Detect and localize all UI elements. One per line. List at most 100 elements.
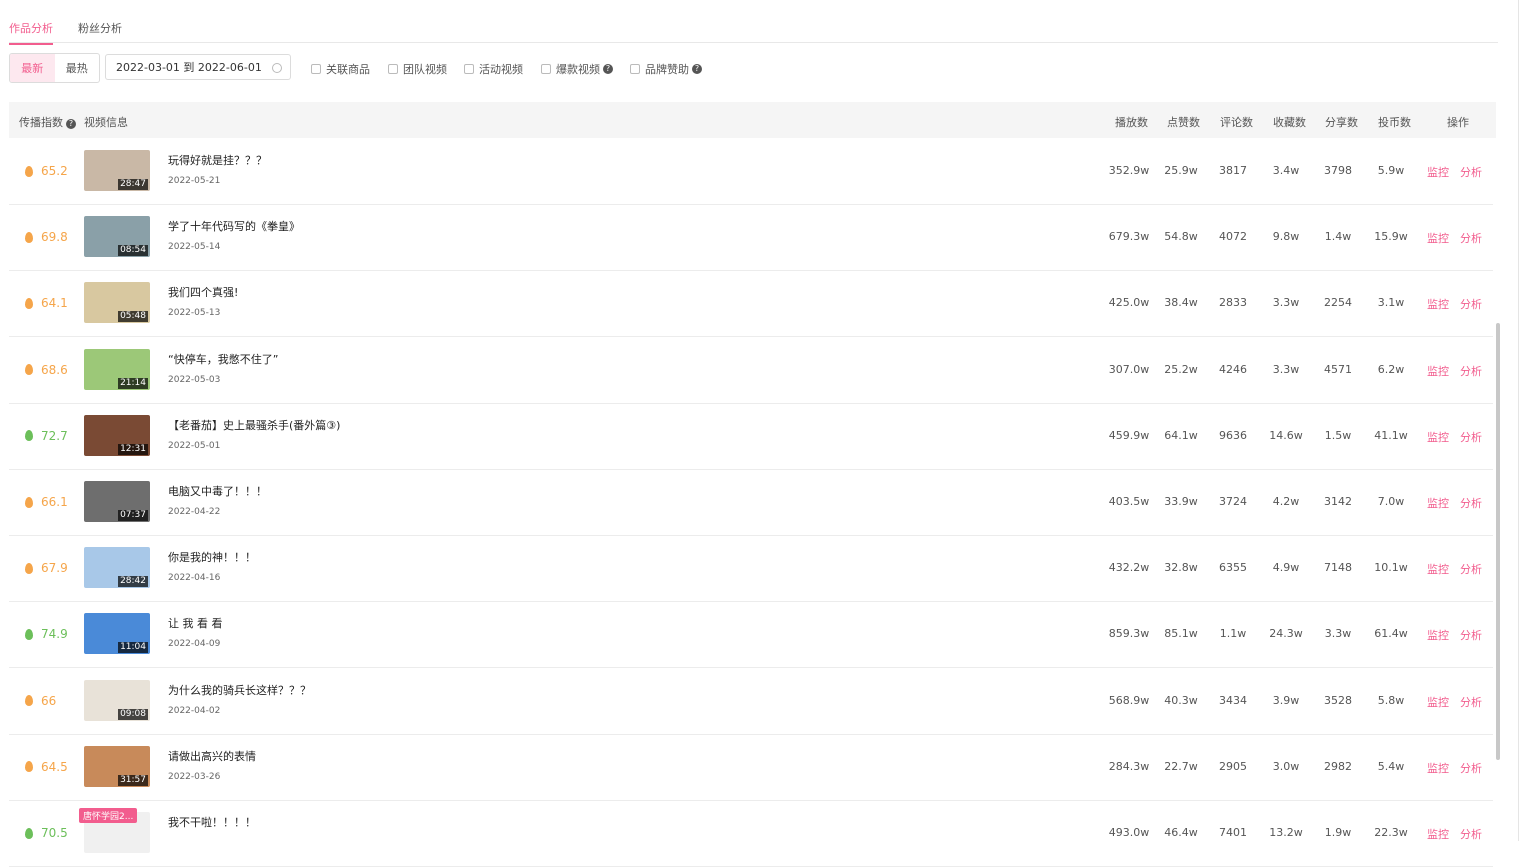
video-title[interactable]: 学了十年代码写的《拳皇》 — [168, 218, 300, 234]
analyze-link[interactable]: 分析 — [1460, 363, 1482, 379]
cell-comments: 3724 — [1219, 495, 1247, 508]
checkbox-box[interactable] — [630, 64, 640, 74]
video-thumbnail[interactable]: 28:42 — [84, 547, 150, 589]
monitor-link[interactable]: 监控 — [1427, 429, 1449, 445]
analyze-link[interactable]: 分析 — [1460, 627, 1482, 643]
analyze-link[interactable]: 分析 — [1460, 429, 1482, 445]
cell-shares: 3798 — [1324, 164, 1352, 177]
video-thumbnail[interactable]: 09:08 — [84, 679, 150, 721]
help-icon[interactable]: ? — [603, 64, 613, 74]
cell-likes: 25.2w — [1164, 362, 1198, 376]
monitor-link[interactable]: 监控 — [1427, 694, 1449, 710]
monitor-link[interactable]: 监控 — [1427, 826, 1449, 842]
analyze-link[interactable]: 分析 — [1460, 164, 1482, 180]
monitor-link[interactable]: 监控 — [1427, 627, 1449, 643]
monitor-link[interactable]: 监控 — [1427, 164, 1449, 180]
video-title[interactable]: 玩得好就是挂？？？ — [168, 152, 267, 168]
video-date: 2022-05-21 — [168, 176, 221, 186]
video-date: 2022-05-03 — [168, 374, 221, 385]
video-thumbnail[interactable]: 05:48 — [84, 282, 150, 324]
help-icon[interactable]: ? — [692, 64, 702, 74]
video-title[interactable]: 请做出高兴的表情 — [168, 748, 256, 764]
score-value: 72.7 — [41, 428, 68, 443]
video-title[interactable]: 我不干啦！！！！ — [168, 814, 256, 830]
monitor-link[interactable]: 监控 — [1427, 230, 1449, 246]
checkbox-brand-sponsor[interactable]: 品牌赞助 ? — [630, 61, 702, 77]
sort-hottest-button[interactable]: 最热 — [55, 54, 100, 82]
analyze-link[interactable]: 分析 — [1460, 694, 1482, 710]
monitor-link[interactable]: 监控 — [1427, 495, 1449, 511]
header-plays[interactable]: 播放数 — [1115, 114, 1148, 130]
score-cell: 69.8 — [25, 230, 68, 244]
cell-shares: 1.5w — [1324, 428, 1352, 442]
cell-comments: 3817 — [1219, 164, 1247, 177]
analyze-link[interactable]: 分析 — [1460, 296, 1482, 312]
header-likes[interactable]: 点赞数 — [1167, 114, 1200, 130]
header-shares[interactable]: 分享数 — [1325, 114, 1358, 130]
checkbox-related-goods[interactable]: 关联商品 — [311, 61, 370, 77]
video-title[interactable]: “快停车，我憋不住了” — [168, 351, 278, 367]
score-value: 64.5 — [41, 759, 68, 774]
checkbox-activity-video[interactable]: 活动视频 — [464, 61, 523, 77]
score-value: 74.9 — [41, 627, 68, 642]
video-title[interactable]: 为什么我的骑兵长这样？？？ — [168, 682, 311, 698]
checkbox-hit-video[interactable]: 爆款视频 ? — [541, 61, 613, 77]
video-title[interactable]: 我们四个真强! — [168, 284, 238, 300]
checkbox-box[interactable] — [311, 64, 321, 74]
checkbox-label: 品牌赞助 — [645, 63, 689, 76]
monitor-link[interactable]: 监控 — [1427, 561, 1449, 577]
analyze-link[interactable]: 分析 — [1460, 495, 1482, 511]
checkbox-box[interactable] — [541, 64, 551, 74]
analyze-link[interactable]: 分析 — [1460, 230, 1482, 246]
analyze-link[interactable]: 分析 — [1460, 760, 1482, 776]
cell-coins: 61.4w — [1374, 627, 1408, 641]
video-duration: 08:54 — [118, 245, 148, 257]
header-coins[interactable]: 投币数 — [1378, 114, 1411, 130]
cell-plays: 403.5w — [1108, 495, 1150, 508]
cell-likes: 46.4w — [1164, 826, 1198, 839]
sort-toggle: 最新 最热 — [9, 53, 100, 83]
analyze-link[interactable]: 分析 — [1460, 826, 1482, 842]
video-title[interactable]: 电脑又中毒了！！！ — [168, 483, 267, 499]
header-comments[interactable]: 评论数 — [1220, 114, 1253, 130]
checkbox-team-video[interactable]: 团队视频 — [388, 61, 447, 77]
checkbox-box[interactable] — [464, 64, 474, 74]
checkbox-box[interactable] — [388, 64, 398, 74]
tab-works-analysis[interactable]: 作品分析 — [9, 20, 53, 45]
video-date: 2022-05-14 — [168, 242, 221, 253]
cell-favorites: 3.0w — [1272, 759, 1300, 773]
video-thumbnail[interactable]: 11:04 — [84, 613, 150, 655]
score-cell: 65.2 — [25, 164, 68, 178]
tab-fans-analysis[interactable]: 粉丝分析 — [78, 20, 122, 36]
score-value: 67.9 — [41, 561, 68, 576]
score-cell: 64.5 — [25, 760, 68, 774]
video-thumbnail[interactable]: 08:54 — [84, 216, 150, 258]
cell-likes: 85.1w — [1164, 627, 1198, 641]
cell-shares: 3528 — [1324, 693, 1352, 707]
help-icon[interactable]: ? — [66, 119, 76, 129]
analyze-link[interactable]: 分析 — [1460, 561, 1482, 577]
cell-shares: 4571 — [1324, 362, 1352, 376]
header-favorites[interactable]: 收藏数 — [1273, 114, 1306, 130]
video-thumbnail[interactable]: 21:14 — [84, 348, 150, 390]
video-title[interactable]: 【老番茄】史上最骚杀手(番外篇③) — [168, 417, 340, 433]
header-score[interactable]: 传播指数? — [19, 114, 76, 130]
monitor-link[interactable]: 监控 — [1427, 363, 1449, 379]
video-thumbnail[interactable]: 28:47 — [84, 150, 150, 191]
date-range-picker[interactable]: 2022-03-01 到 2022-06-01 — [105, 54, 291, 80]
table-row: 64.1 05:48 我们四个真强! 2022-05-13 425.0w 38.4w 2… — [9, 270, 1493, 338]
monitor-link[interactable]: 监控 — [1427, 760, 1449, 776]
checkbox-label: 活动视频 — [479, 63, 523, 76]
video-thumbnail[interactable]: 31:57 — [84, 745, 150, 787]
video-title[interactable]: 你是我的神！！！ — [168, 549, 256, 565]
video-title[interactable]: 让 我 看 看 — [168, 615, 223, 631]
video-date: 2022-05-01 — [168, 440, 221, 451]
video-thumbnail[interactable]: 12:31 — [84, 414, 150, 456]
score-cell: 70.5 — [25, 826, 68, 840]
scrollbar[interactable] — [1496, 323, 1500, 760]
monitor-link[interactable]: 监控 — [1427, 296, 1449, 312]
sort-newest-button[interactable]: 最新 — [10, 54, 55, 82]
cell-shares: 1.4w — [1324, 230, 1352, 244]
video-thumbnail[interactable]: 07:37 — [84, 481, 150, 522]
table-header: 传播指数? 视频信息 播放数 点赞数 评论数 收藏数 分享数 投币数 操作 — [9, 102, 1496, 138]
